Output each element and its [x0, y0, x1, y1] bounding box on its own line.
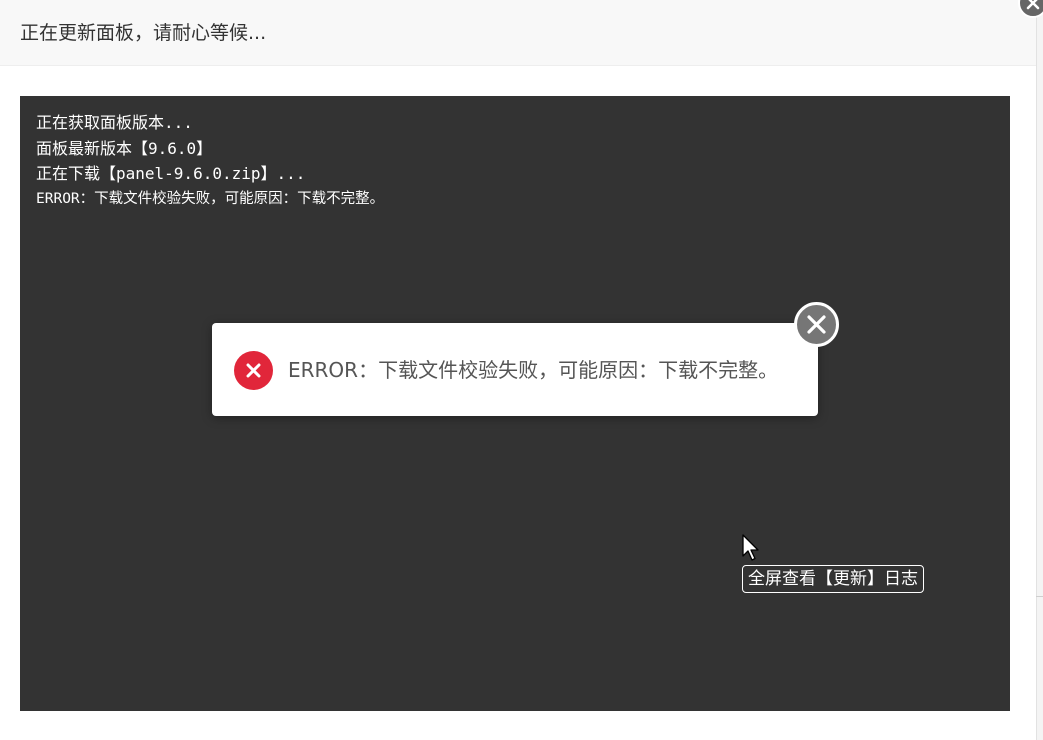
mouse-cursor-icon: [742, 534, 762, 566]
toast-message: ERROR：下载文件校验失败，可能原因：下载不完整。: [288, 358, 779, 382]
toast-close-button[interactable]: [794, 302, 839, 347]
dialog-title: 正在更新面板，请耐心等候...: [20, 22, 267, 44]
log-lines: 正在获取面板版本... 面板最新版本【9.6.0】 正在下载【panel-9.6…: [36, 110, 384, 212]
update-dialog: 正在更新面板，请耐心等候... 正在获取面板版本... 面板最新版本【9.6.0…: [0, 0, 1038, 740]
scrollbar-edge: [1036, 0, 1043, 740]
log-line-error: ERROR：下载文件校验失败，可能原因：下载不完整。: [36, 190, 385, 207]
fullscreen-log-tooltip: 全屏查看【更新】日志: [742, 565, 924, 593]
divider: [1036, 596, 1043, 597]
log-line: 面板最新版本【9.6.0】: [36, 138, 213, 158]
log-line: 正在获取面板版本...: [36, 113, 193, 132]
error-toast: ERROR：下载文件校验失败，可能原因：下载不完整。: [212, 302, 839, 416]
log-line: 正在下载【panel-9.6.0.zip】...: [36, 164, 306, 183]
error-x-icon: [234, 351, 273, 390]
dialog-header: 正在更新面板，请耐心等候...: [0, 0, 1038, 66]
